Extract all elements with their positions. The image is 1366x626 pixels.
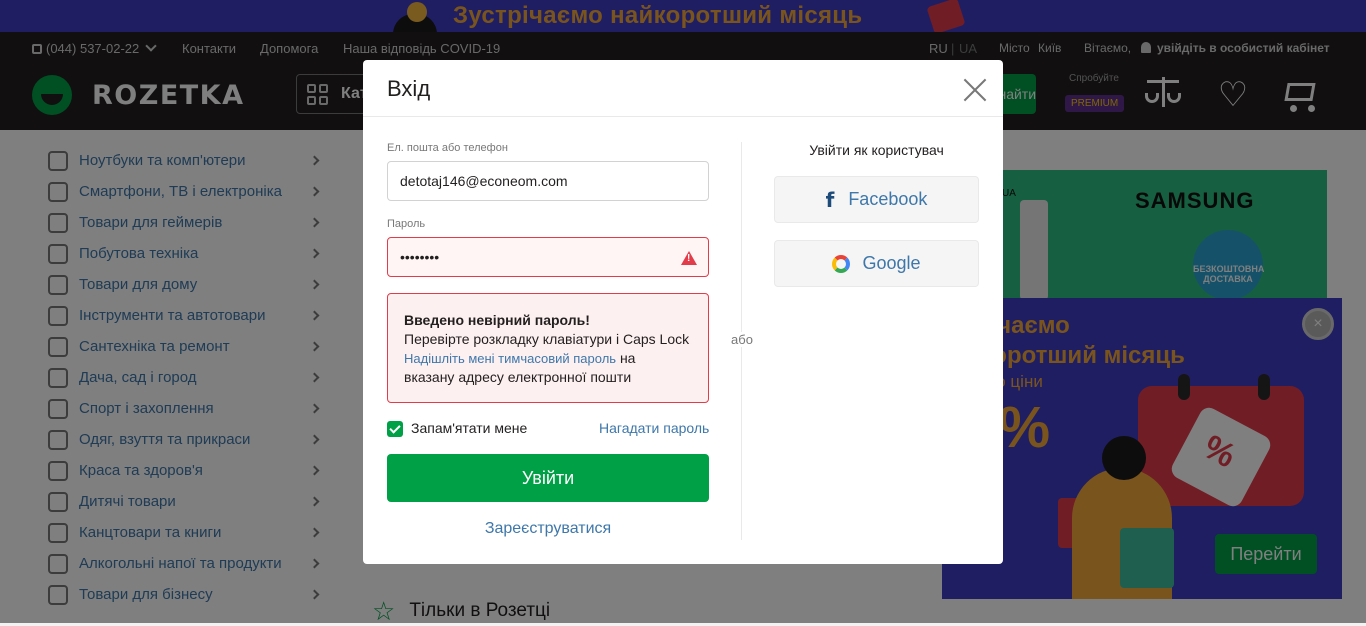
temp-password-link[interactable]: Надішліть мені тимчасовий пароль — [404, 351, 616, 366]
modal-header: Вхід — [363, 60, 1003, 117]
as-user-label: Увійти як користувач — [809, 142, 944, 158]
remember-checkbox[interactable] — [387, 421, 403, 437]
remember-label[interactable]: Запам'ятати мене — [411, 420, 527, 436]
error-title: Введено невірний пароль! — [404, 312, 590, 328]
error-hint: Перевірте розкладку клавіатури і Caps Lo… — [404, 331, 690, 347]
modal-title: Вхід — [387, 76, 431, 101]
google-label: Google — [862, 253, 921, 273]
login-button[interactable]: Увійти — [387, 454, 709, 502]
warning-icon — [681, 251, 697, 265]
email-field[interactable] — [387, 161, 709, 201]
facebook-label: Facebook — [848, 189, 928, 209]
facebook-icon: f — [825, 187, 835, 212]
login-modal: Вхід Ел. пошта або телефон Пароль ••••••… — [363, 60, 1003, 564]
google-icon — [832, 254, 851, 273]
close-icon[interactable] — [963, 78, 987, 102]
error-text-tail: на — [616, 350, 636, 366]
or-label: або — [730, 332, 754, 347]
email-label: Ел. пошта або телефон — [387, 142, 508, 154]
remind-password-link[interactable]: Нагадати пароль — [599, 420, 709, 436]
facebook-login-button[interactable]: f Facebook — [774, 176, 979, 223]
password-label: Пароль — [387, 218, 426, 230]
password-field[interactable]: •••••••• — [387, 237, 709, 277]
google-login-button[interactable]: Google — [774, 240, 979, 287]
error-message: Введено невірний пароль! Перевірте розкл… — [387, 293, 709, 403]
register-link[interactable]: Зареєструватися — [387, 520, 709, 538]
error-text-end: вказану адресу електронної пошти — [404, 369, 632, 385]
